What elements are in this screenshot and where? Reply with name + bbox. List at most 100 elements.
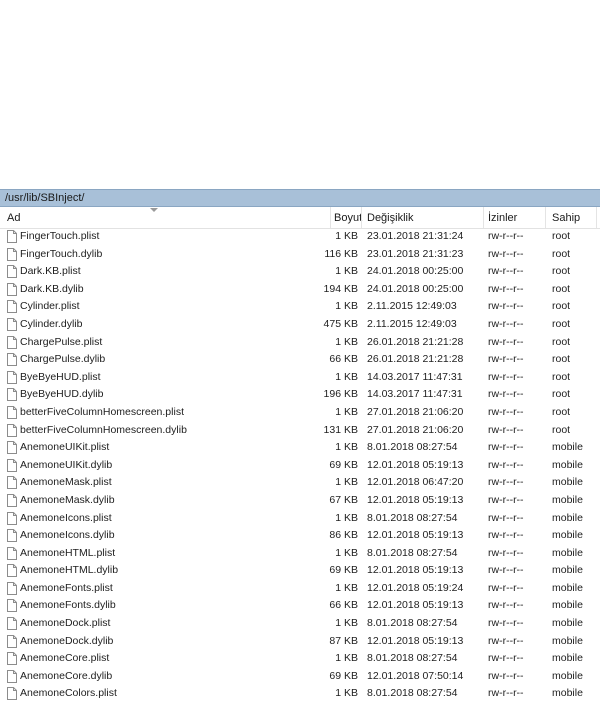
- file-owner: root: [552, 317, 571, 330]
- file-row[interactable]: ChargePulse.plist 1 KB 26.01.2018 21:21:28…: [0, 334, 600, 352]
- file-owner: mobile: [552, 441, 583, 454]
- file-modified: 2.11.2015 12:49:03: [367, 317, 457, 330]
- file-name: FingerTouch.dylib: [20, 247, 103, 260]
- file-size: 194 KB: [323, 282, 358, 295]
- file-row[interactable]: AnemoneIcons.plist 1 KB 8.01.2018 08:27:54…: [0, 510, 600, 528]
- file-owner: root: [552, 247, 571, 260]
- column-header-size[interactable]: Boyut: [334, 207, 362, 228]
- file-row[interactable]: AnemoneColors.plist 1 KB 8.01.2018 08:27:5…: [0, 685, 600, 703]
- file-modified: 12.01.2018 05:19:13: [367, 493, 464, 506]
- file-row[interactable]: ByeByeHUD.plist 1 KB 14.03.2017 11:47:31 rw…: [0, 369, 600, 387]
- file-modified: 26.01.2018 21:21:28: [367, 353, 464, 366]
- file-row[interactable]: ChargePulse.dylib 66 KB 26.01.2018 21:21:2…: [0, 351, 600, 369]
- file-modified: 12.01.2018 05:19:13: [367, 529, 464, 542]
- column-header-permissions[interactable]: İzinler: [488, 207, 517, 228]
- file-row[interactable]: AnemoneDock.dylib 87 KB 12.01.2018 05:19:1…: [0, 633, 600, 651]
- file-row[interactable]: AnemoneDock.plist 1 KB 8.01.2018 08:27:54 r…: [0, 615, 600, 633]
- file-size: 1 KB: [335, 687, 358, 700]
- file-name: AnemoneHTML.dylib: [20, 564, 119, 577]
- file-size: 1 KB: [335, 511, 358, 524]
- file-size: 1 KB: [335, 230, 358, 242]
- file-row[interactable]: Dark.KB.plist 1 KB 24.01.2018 00:25:00 rw-r…: [0, 263, 600, 281]
- file-modified: 23.01.2018 21:31:24: [367, 230, 464, 242]
- file-modified: 12.01.2018 05:19:13: [367, 599, 464, 612]
- column-header-name[interactable]: Ad: [7, 207, 20, 228]
- file-size: 1 KB: [335, 405, 358, 418]
- file-row[interactable]: ByeByeHUD.dylib 196 KB 14.03.2017 11:47:31…: [0, 386, 600, 404]
- column-divider[interactable]: [483, 207, 484, 228]
- file-modified: 12.01.2018 05:19:13: [367, 564, 464, 577]
- file-permissions: rw-r--r--: [488, 634, 524, 647]
- file-icon: [7, 511, 17, 525]
- file-name: AnemoneColors.plist: [20, 687, 117, 700]
- file-permissions: rw-r--r--: [488, 282, 524, 295]
- file-row[interactable]: FingerTouch.plist 1 KB 23.01.2018 21:31:24…: [0, 228, 600, 246]
- file-icon: [7, 564, 17, 578]
- file-row[interactable]: AnemoneUIKit.dylib 69 KB 12.01.2018 05:19:…: [0, 457, 600, 475]
- file-row[interactable]: AnemoneFonts.plist 1 KB 12.01.2018 05:19:2…: [0, 580, 600, 598]
- file-name: AnemoneIcons.dylib: [20, 529, 115, 542]
- file-modified: 12.01.2018 05:19:13: [367, 458, 464, 471]
- file-owner: root: [552, 353, 571, 366]
- file-icon: [7, 441, 17, 455]
- file-owner: mobile: [552, 617, 583, 630]
- file-owner: root: [552, 405, 571, 418]
- file-modified: 27.01.2018 21:06:20: [367, 423, 464, 436]
- file-modified: 8.01.2018 08:27:54: [367, 617, 458, 630]
- file-row[interactable]: AnemoneIcons.dylib 86 KB 12.01.2018 05:19:…: [0, 527, 600, 545]
- file-row[interactable]: AnemoneFonts.dylib 66 KB 12.01.2018 05:19:…: [0, 597, 600, 615]
- file-owner: root: [552, 265, 571, 278]
- sort-indicator-icon: [150, 208, 158, 212]
- file-row[interactable]: FingerTouch.dylib 116 KB 23.01.2018 21:31:…: [0, 246, 600, 264]
- file-row[interactable]: AnemoneUIKit.plist 1 KB 8.01.2018 08:27:54…: [0, 439, 600, 457]
- file-row[interactable]: Dark.KB.dylib 194 KB 24.01.2018 00:25:00 rw…: [0, 281, 600, 299]
- file-size: 1 KB: [335, 617, 358, 630]
- column-divider[interactable]: [545, 207, 546, 228]
- file-owner: mobile: [552, 687, 583, 700]
- file-row[interactable]: AnemoneHTML.plist 1 KB 8.01.2018 08:27:54 r…: [0, 545, 600, 563]
- file-size: 86 KB: [329, 529, 358, 542]
- file-permissions: rw-r--r--: [488, 458, 524, 471]
- file-name: AnemoneDock.plist: [20, 617, 111, 630]
- file-permissions: rw-r--r--: [488, 370, 524, 383]
- column-divider[interactable]: [596, 207, 597, 228]
- file-size: 196 KB: [323, 388, 358, 401]
- file-permissions: rw-r--r--: [488, 687, 524, 700]
- file-row[interactable]: Cylinder.dylib 475 KB 2.11.2015 12:49:03 rw…: [0, 316, 600, 334]
- file-row[interactable]: AnemoneMask.dylib 67 KB 12.01.2018 05:19:1…: [0, 492, 600, 510]
- column-header-owner[interactable]: Sahip: [552, 207, 580, 228]
- file-name: AnemoneHTML.plist: [20, 546, 116, 559]
- column-header-modified[interactable]: Değişiklik: [367, 207, 413, 228]
- file-size: 1 KB: [335, 546, 358, 559]
- file-icon: [7, 247, 17, 261]
- column-divider[interactable]: [361, 207, 362, 228]
- file-permissions: rw-r--r--: [488, 423, 524, 436]
- file-icon: [7, 458, 17, 472]
- file-icon: [7, 317, 17, 331]
- path-bar[interactable]: /usr/lib/SBInject/: [0, 189, 600, 207]
- file-row[interactable]: AnemoneCore.plist 1 KB 8.01.2018 08:27:54 r…: [0, 650, 600, 668]
- file-name: AnemoneMask.dylib: [20, 493, 115, 506]
- file-icon: [7, 335, 17, 349]
- file-size: 66 KB: [329, 353, 358, 366]
- file-name: AnemoneFonts.dylib: [20, 599, 116, 612]
- file-row[interactable]: betterFiveColumnHomescreen.plist 1 KB 27.0…: [0, 404, 600, 422]
- file-row[interactable]: AnemoneCore.dylib 69 KB 12.01.2018 07:50:1…: [0, 668, 600, 686]
- file-permissions: rw-r--r--: [488, 564, 524, 577]
- path-text: /usr/lib/SBInject/: [5, 192, 85, 204]
- file-row[interactable]: betterFiveColumnHomescreen.dylib 131 KB 27…: [0, 422, 600, 440]
- file-permissions: rw-r--r--: [488, 493, 524, 506]
- file-row[interactable]: Cylinder.plist 1 KB 2.11.2015 12:49:03 rw-r…: [0, 298, 600, 316]
- file-permissions: rw-r--r--: [488, 441, 524, 454]
- file-icon: [7, 599, 17, 613]
- file-icon: [7, 282, 17, 296]
- file-icon: [7, 230, 17, 243]
- file-owner: root: [552, 230, 571, 242]
- file-owner: mobile: [552, 669, 583, 682]
- file-name: AnemoneIcons.plist: [20, 511, 112, 524]
- column-divider[interactable]: [330, 207, 331, 228]
- file-owner: mobile: [552, 652, 583, 665]
- file-row[interactable]: AnemoneMask.plist 1 KB 12.01.2018 06:47:20…: [0, 474, 600, 492]
- file-owner: root: [552, 370, 571, 383]
- file-row[interactable]: AnemoneHTML.dylib 69 KB 12.01.2018 05:19:1…: [0, 562, 600, 580]
